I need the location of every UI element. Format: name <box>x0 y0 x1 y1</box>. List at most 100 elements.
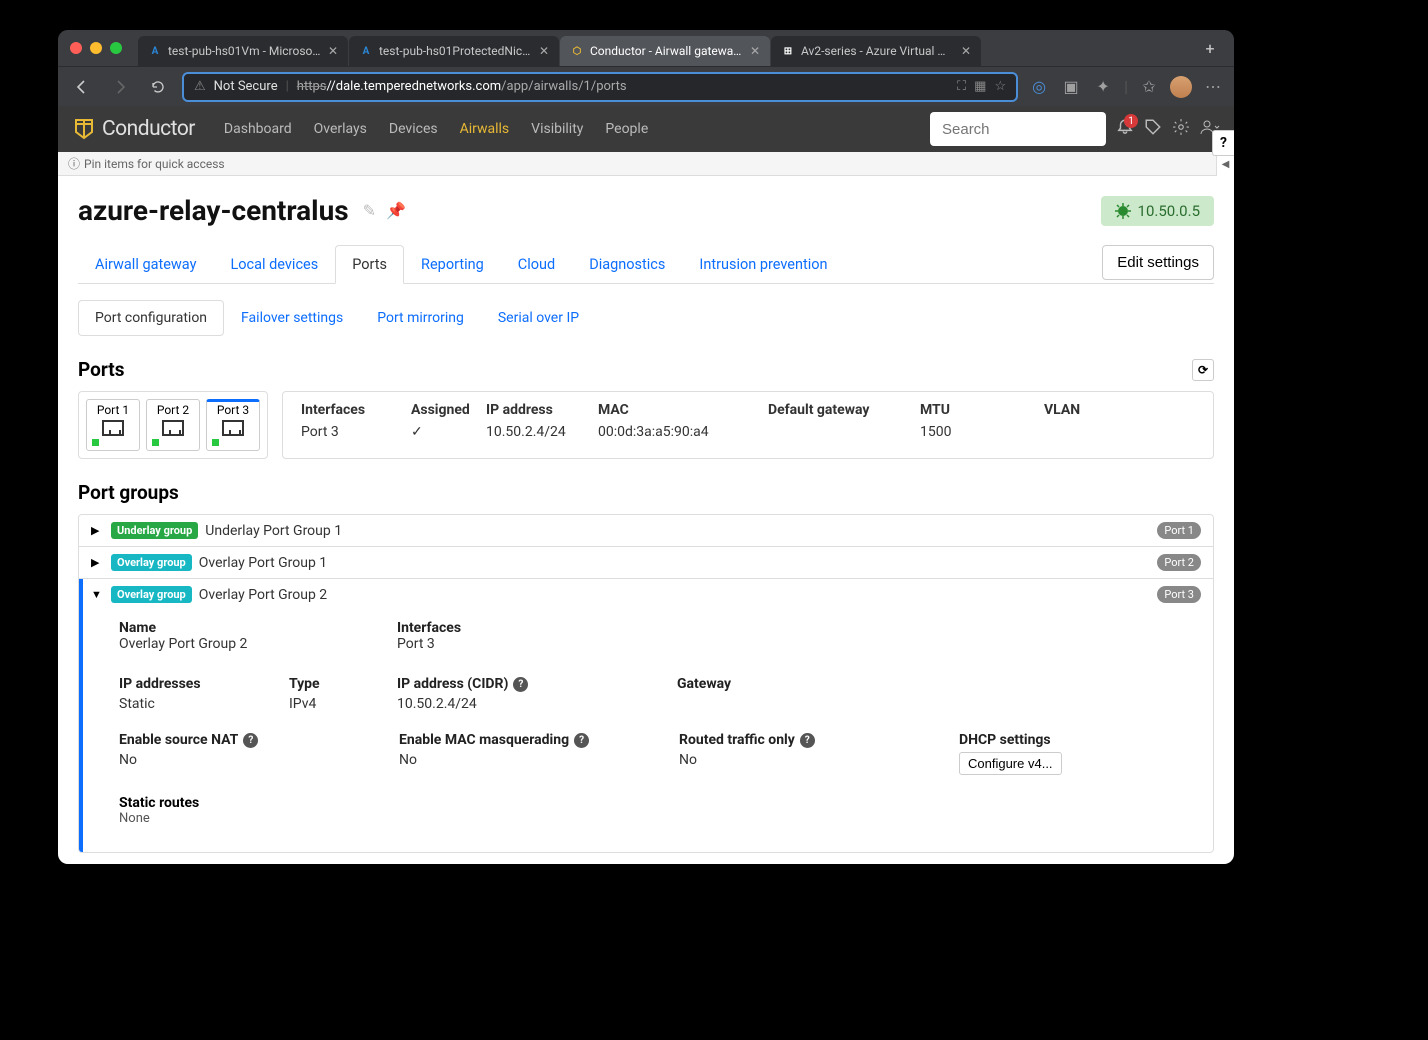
tab-close-icon[interactable]: ✕ <box>539 44 549 58</box>
tag-icon[interactable] <box>1144 118 1162 140</box>
blocker-icon[interactable]: ▣ <box>1060 76 1082 98</box>
port-card-list: Port 1 Port 2 Port 3 <box>78 391 268 459</box>
browser-tab[interactable]: ⊞Av2-series - Azure Virtual Mac✕ <box>771 36 981 66</box>
port-card[interactable]: Port 2 <box>146 399 200 451</box>
help-icon[interactable]: ? <box>574 733 589 748</box>
port-group-list: ▶ Underlay group Underlay Port Group 1 P… <box>78 514 1214 853</box>
subtab-failover-settings[interactable]: Failover settings <box>224 300 360 336</box>
underlay-badge: Underlay group <box>111 522 198 539</box>
browser-tab[interactable]: ⬡Conductor - Airwall gateway - ✕ <box>560 36 770 66</box>
port-card[interactable]: Port 1 <box>86 399 140 451</box>
port-group-row[interactable]: ▶ Overlay group Overlay Port Group 1 Por… <box>79 547 1213 579</box>
overflow-menu[interactable]: ⋯ <box>1202 76 1224 98</box>
nav-people[interactable]: People <box>594 121 659 137</box>
extensions-icon[interactable]: ✦ <box>1092 76 1114 98</box>
port-chip: Port 1 <box>1157 522 1201 539</box>
settings-icon[interactable] <box>1172 118 1190 140</box>
detail-ipa-value: Static <box>119 696 289 712</box>
cell-assigned: ✓ <box>411 424 486 440</box>
screen-icon[interactable]: ⛶ <box>957 79 966 94</box>
port-label: Port 2 <box>151 403 195 417</box>
tab-local-devices[interactable]: Local devices <box>213 245 335 283</box>
notifications-icon[interactable]: 1 <box>1116 118 1134 140</box>
static-routes-label: Static routes <box>119 795 1195 811</box>
help-toggle[interactable]: ? <box>1212 130 1234 156</box>
subtab-port-configuration[interactable]: Port configuration <box>78 300 224 336</box>
shield-icon[interactable]: ◎ <box>1028 76 1050 98</box>
detail-type-value: IPv4 <box>289 696 397 712</box>
configure-dhcp-button[interactable]: Configure v4... <box>959 752 1062 775</box>
ports-heading: Ports <box>78 358 124 381</box>
subtab-serial-over-ip[interactable]: Serial over IP <box>481 300 596 336</box>
address-bar[interactable]: ⚠ Not Secure | https//dale.temperednetwo… <box>182 72 1018 102</box>
detail-ipa-label: IP addresses <box>119 676 289 692</box>
port-group-row[interactable]: ▶ Underlay group Underlay Port Group 1 P… <box>79 515 1213 547</box>
detail-macm-label: Enable MAC masquerading? <box>399 732 679 748</box>
col-gateway: Default gateway <box>768 402 920 418</box>
window-close[interactable] <box>70 42 82 54</box>
tab-close-icon[interactable]: ✕ <box>961 44 971 58</box>
cell-ip: 10.50.2.4/24 <box>486 424 598 440</box>
tab-airwall-gateway[interactable]: Airwall gateway <box>78 245 213 283</box>
tab-title: test-pub-hs01ProtectedNic - M <box>379 44 533 58</box>
detail-int-label: Interfaces <box>397 620 461 636</box>
help-icon[interactable]: ? <box>800 733 815 748</box>
window-minimize[interactable] <box>90 42 102 54</box>
new-tab-button[interactable]: + <box>1198 36 1222 60</box>
brand-name: Conductor <box>102 117 195 141</box>
overlay-badge: Overlay group <box>111 586 192 603</box>
subtab-port-mirroring[interactable]: Port mirroring <box>360 300 481 336</box>
tab-diagnostics[interactable]: Diagnostics <box>572 245 682 283</box>
nav-devices[interactable]: Devices <box>378 121 449 137</box>
nav-airwalls[interactable]: Airwalls <box>449 121 521 137</box>
browser-tab[interactable]: Atest-pub-hs01ProtectedNic - M✕ <box>349 36 559 66</box>
detail-routed-value: No <box>679 752 959 775</box>
overlay-badge: Overlay group <box>111 554 192 571</box>
tab-cloud[interactable]: Cloud <box>501 245 572 283</box>
tab-intrusion-prevention[interactable]: Intrusion prevention <box>682 245 844 283</box>
port-card[interactable]: Port 3 <box>206 399 260 451</box>
tab-ports[interactable]: Ports <box>335 245 404 284</box>
status-burst-icon <box>1115 203 1131 219</box>
edit-settings-button[interactable]: Edit settings <box>1102 245 1214 280</box>
search-input[interactable] <box>930 112 1106 146</box>
help-icon[interactable]: ? <box>513 677 528 692</box>
interface-table: Interfaces Assigned IP address MAC Defau… <box>282 391 1214 459</box>
tab-reporting[interactable]: Reporting <box>404 245 501 283</box>
pin-icon[interactable]: 📌 <box>386 201 406 220</box>
brand-logo <box>72 117 96 141</box>
detail-name-label: Name <box>119 620 397 636</box>
col-vlan: VLAN <box>1044 402 1124 418</box>
edit-title-icon[interactable]: ✎ <box>363 201 376 220</box>
favorites-icon[interactable]: ✩ <box>1138 76 1160 98</box>
qr-icon[interactable]: ▦ <box>974 79 986 94</box>
browser-tab[interactable]: Atest-pub-hs01Vm - Microsoft A ✕ <box>138 36 348 66</box>
tab-title: test-pub-hs01Vm - Microsoft A <box>168 44 322 58</box>
nav-visibility[interactable]: Visibility <box>520 121 594 137</box>
nav-reload[interactable] <box>144 73 172 101</box>
status-ip-text: 10.50.0.5 <box>1138 202 1200 220</box>
nav-back[interactable] <box>68 73 96 101</box>
port-group-name: Overlay Port Group 1 <box>199 555 327 571</box>
bookmark-icon[interactable]: ☆ <box>994 79 1006 94</box>
cell-mtu: 1500 <box>920 424 1044 440</box>
not-secure-label: Not Secure <box>214 79 278 94</box>
tab-close-icon[interactable]: ✕ <box>328 44 338 58</box>
nav-dashboard[interactable]: Dashboard <box>213 121 303 137</box>
port-group-row[interactable]: ▼ Overlay group Overlay Port Group 2 Por… <box>79 579 1213 610</box>
port-label: Port 3 <box>211 403 255 417</box>
tab-favicon: A <box>148 44 162 58</box>
cell-mac: 00:0d:3a:a5:90:a4 <box>598 424 768 440</box>
refresh-ports-icon[interactable]: ⟳ <box>1192 359 1214 381</box>
nav-overlays[interactable]: Overlays <box>303 121 378 137</box>
tab-close-icon[interactable]: ✕ <box>750 44 760 58</box>
port-groups-heading: Port groups <box>78 481 179 504</box>
tab-favicon: ⊞ <box>781 44 795 58</box>
window-maximize[interactable] <box>110 42 122 54</box>
profile-avatar[interactable] <box>1170 76 1192 98</box>
static-routes-value: None <box>119 811 1195 826</box>
detail-nat-label: Enable source NAT? <box>119 732 399 748</box>
help-icon[interactable]: ? <box>243 733 258 748</box>
port-group-details: Name Overlay Port Group 2 Interfaces Por… <box>79 610 1213 852</box>
status-dot <box>212 439 219 446</box>
